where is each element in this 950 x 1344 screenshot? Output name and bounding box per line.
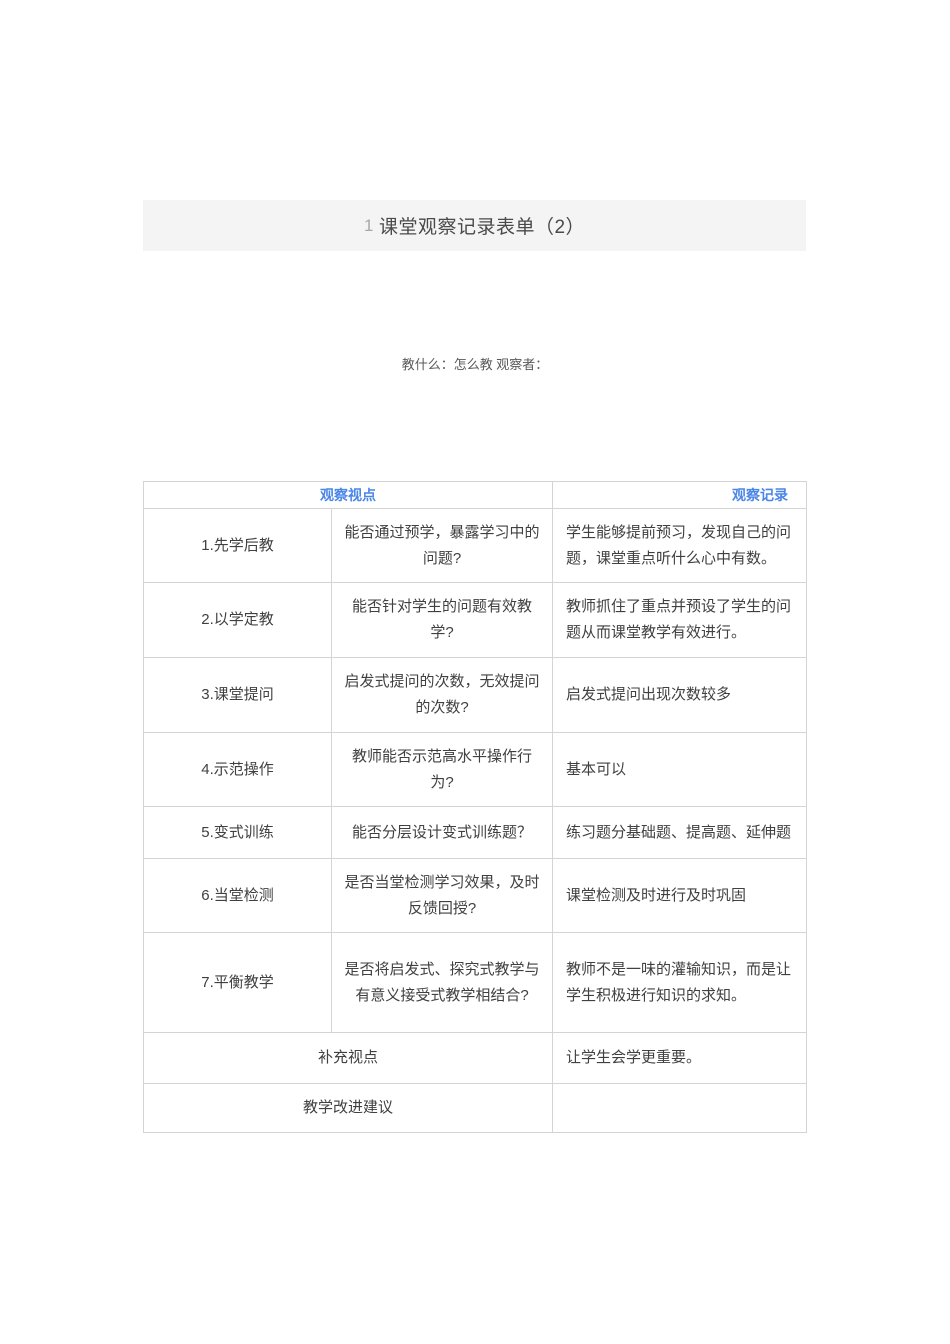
table-row: 3.课堂提问 启发式提问的次数，无效提问的次数? 启发式提问出现次数较多: [143, 657, 807, 733]
row-question: 启发式提问的次数，无效提问的次数?: [331, 657, 553, 733]
footer-record: 让学生会学更重要。: [552, 1032, 807, 1084]
row-record: 基本可以: [552, 732, 807, 807]
table-row: 6.当堂检测 是否当堂检测学习效果，及时反馈回授? 课堂检测及时进行及时巩固: [143, 858, 807, 933]
table-row: 1.先学后教 能否通过预学，暴露学习中的问题? 学生能够提前预习，发现自己的问题…: [143, 508, 807, 583]
document-page: 1 课堂观察记录表单（2） 教什么：怎么教 观察者： 观察视点 观察记录 1.先…: [0, 0, 950, 1344]
observation-table: 观察视点 观察记录 1.先学后教 能否通过预学，暴露学习中的问题? 学生能够提前…: [143, 481, 807, 1133]
header-viewpoint: 观察视点: [143, 481, 553, 509]
table-header-row: 观察视点 观察记录: [143, 481, 807, 509]
row-name: 3.课堂提问: [143, 657, 332, 733]
row-question: 是否将启发式、探究式教学与有意义接受式教学相结合?: [331, 932, 553, 1033]
row-record: 学生能够提前预习，发现自己的问题，课堂重点听什么心中有数。: [552, 508, 807, 583]
row-record: 教师抓住了重点并预设了学生的问题从而课堂教学有效进行。: [552, 582, 807, 658]
row-record: 启发式提问出现次数较多: [552, 657, 807, 733]
footer-label: 补充视点: [143, 1032, 553, 1084]
footer-record: [552, 1083, 807, 1133]
row-name: 5.变式训练: [143, 806, 332, 859]
row-question: 是否当堂检测学习效果，及时反馈回授?: [331, 858, 553, 933]
row-record: 练习题分基础题、提高题、延伸题: [552, 806, 807, 859]
row-question: 能否针对学生的问题有效教学?: [331, 582, 553, 658]
row-name: 4.示范操作: [143, 732, 332, 807]
row-question: 能否分层设计变式训练题？: [331, 806, 553, 859]
title-prefix: 1: [363, 215, 374, 235]
table-row: 5.变式训练 能否分层设计变式训练题？ 练习题分基础题、提高题、延伸题: [143, 806, 807, 859]
header-record: 观察记录: [552, 481, 807, 509]
page-title: 课堂观察记录表单（2）: [378, 217, 586, 238]
row-record: 教师不是一味的灌输知识，而是让学生积极进行知识的求知。: [552, 932, 807, 1033]
row-name: 1.先学后教: [143, 508, 332, 583]
row-name: 2.以学定教: [143, 582, 332, 658]
footer-label: 教学改进建议: [143, 1083, 553, 1133]
row-question: 教师能否示范高水平操作行为?: [331, 732, 553, 807]
table-row: 4.示范操作 教师能否示范高水平操作行为? 基本可以: [143, 732, 807, 807]
row-name: 7.平衡教学: [143, 932, 332, 1033]
footer-row: 补充视点 让学生会学更重要。: [143, 1032, 807, 1084]
row-record: 课堂检测及时进行及时巩固: [552, 858, 807, 933]
row-question: 能否通过预学，暴露学习中的问题?: [331, 508, 553, 583]
footer-row: 教学改进建议: [143, 1083, 807, 1133]
table-row: 7.平衡教学 是否将启发式、探究式教学与有意义接受式教学相结合? 教师不是一味的…: [143, 932, 807, 1033]
table-row: 2.以学定教 能否针对学生的问题有效教学? 教师抓住了重点并预设了学生的问题从而…: [143, 582, 807, 658]
document-title-bar: 1 课堂观察记录表单（2）: [143, 200, 806, 251]
row-name: 6.当堂检测: [143, 858, 332, 933]
meta-line: 教什么：怎么教 观察者：: [401, 357, 549, 372]
